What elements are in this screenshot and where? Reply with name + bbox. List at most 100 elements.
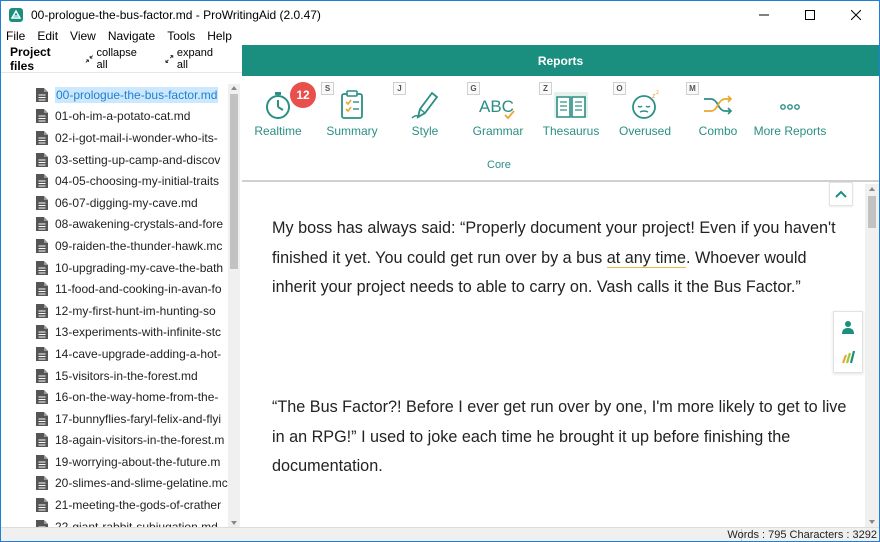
file-list-item[interactable]: 21-meeting-the-gods-of-crather xyxy=(1,494,229,516)
document-editor[interactable]: My boss has always said: “Properly docum… xyxy=(242,184,864,527)
report-realtime-label: Realtime xyxy=(254,124,302,138)
file-list-item[interactable]: 11-food-and-cooking-in-avan-fo xyxy=(1,278,229,300)
document-icon xyxy=(36,303,48,318)
editor-scroll-down-arrow-icon[interactable] xyxy=(869,520,875,524)
report-combo[interactable]: M Combo xyxy=(682,82,754,142)
pwa-stats-button[interactable] xyxy=(834,342,862,372)
file-name: 12-my-first-hunt-im-hunting-so xyxy=(55,303,216,318)
document-icon xyxy=(36,454,48,469)
document-icon xyxy=(36,433,48,448)
report-more[interactable]: More Reports xyxy=(752,82,828,142)
document-icon xyxy=(36,476,48,491)
file-list-item[interactable]: 17-bunnyflies-faryl-felix-and-flyi xyxy=(1,408,229,430)
account-button[interactable] xyxy=(834,312,862,342)
file-list-item[interactable]: 12-my-first-hunt-im-hunting-so xyxy=(1,300,229,322)
collapse-all-button[interactable]: collapse all xyxy=(85,47,143,71)
document-icon xyxy=(36,174,48,189)
person-icon xyxy=(842,321,854,334)
close-icon xyxy=(851,9,861,20)
file-list-item[interactable]: 09-raiden-the-thunder-hawk.mc xyxy=(1,235,229,257)
window-title: 00-prologue-the-bus-factor.md - ProWriti… xyxy=(31,7,321,22)
file-list-item[interactable]: 10-upgrading-my-cave-the-bath xyxy=(1,257,229,279)
editor-vertical-scrollbar[interactable] xyxy=(865,184,879,527)
shuffle-icon xyxy=(704,95,733,115)
file-list-item[interactable]: 02-i-got-mail-i-wonder-who-its- xyxy=(1,127,229,149)
grammar-highlight[interactable]: at any time xyxy=(606,248,686,268)
document-icon xyxy=(36,152,48,167)
scroll-thumb[interactable] xyxy=(230,94,238,269)
word-count-status: Words : 795 Characters : 3292 xyxy=(727,529,877,541)
file-name: 15-visitors-in-the-forest.md xyxy=(55,368,198,383)
file-list-item[interactable]: 03-setting-up-camp-and-discov xyxy=(1,149,229,171)
svg-text:z: z xyxy=(656,90,659,96)
file-name: 08-awakening-crystals-and-fore xyxy=(55,217,224,232)
file-name: 17-bunnyflies-faryl-felix-and-flyi xyxy=(55,411,222,426)
report-summary[interactable]: S Summary xyxy=(316,82,388,142)
file-name: 06-07-digging-my-cave.md xyxy=(55,195,198,210)
report-grammar[interactable]: G ABC Grammar xyxy=(462,82,534,142)
file-list-item[interactable]: 13-experiments-with-infinite-stc xyxy=(1,322,229,344)
expand-icon xyxy=(165,54,174,63)
editor-scroll-up-arrow-icon[interactable] xyxy=(869,187,875,191)
report-grammar-label: Grammar xyxy=(472,124,524,138)
file-list-item[interactable]: 18-again-visitors-in-the-forest.m xyxy=(1,430,229,452)
file-list-item[interactable]: 00-prologue-the-bus-factor.md xyxy=(1,84,229,106)
menu-edit[interactable]: Edit xyxy=(31,28,64,45)
report-overused-label: Overused xyxy=(618,124,672,138)
editor-paragraph-2[interactable]: “The Bus Factor?! Before I ever get run … xyxy=(272,393,847,482)
report-thesaurus[interactable]: Z Thesaurus xyxy=(535,82,607,142)
report-more-label: More Reports xyxy=(753,124,827,138)
scroll-up-arrow-icon[interactable] xyxy=(231,86,237,90)
file-name: 13-experiments-with-infinite-stc xyxy=(55,325,222,340)
paragraph-2-text: “The Bus Factor?! Before I ever get run … xyxy=(272,398,847,475)
menu-tools[interactable]: Tools xyxy=(161,28,201,45)
menu-help[interactable]: Help xyxy=(201,28,238,45)
file-list-item[interactable]: 14-cave-upgrade-adding-a-hot- xyxy=(1,343,229,365)
menu-navigate[interactable]: Navigate xyxy=(102,28,161,45)
file-name: 02-i-got-mail-i-wonder-who-its- xyxy=(55,130,218,145)
side-tools xyxy=(833,311,863,373)
file-list-vertical-scrollbar[interactable] xyxy=(228,84,240,527)
abc-icon: ABC xyxy=(479,97,515,120)
file-list-item[interactable]: 08-awakening-crystals-and-fore xyxy=(1,214,229,236)
file-name: 18-again-visitors-in-the-forest.m xyxy=(55,433,225,448)
realtime-badge: 12 xyxy=(290,82,316,108)
maximize-button[interactable] xyxy=(787,1,833,28)
collapse-reports-button[interactable] xyxy=(829,182,853,206)
app-window: 00-prologue-the-bus-factor.md - ProWriti… xyxy=(0,0,880,542)
file-name: 01-oh-im-a-potato-cat.md xyxy=(55,109,191,124)
file-list-item[interactable]: 01-oh-im-a-potato-cat.md xyxy=(1,106,229,128)
file-list-item[interactable]: 20-slimes-and-slime-gelatine.mc xyxy=(1,473,229,495)
report-style[interactable]: J Style xyxy=(389,82,461,142)
menu-bar: File Edit View Navigate Tools Help xyxy=(1,28,879,45)
scroll-down-arrow-icon[interactable] xyxy=(231,521,237,525)
file-list-item[interactable]: 19-worrying-about-the-future.m xyxy=(1,451,229,473)
window-controls xyxy=(741,1,879,28)
editor-paragraph-1[interactable]: My boss has always said: “Properly docum… xyxy=(272,214,847,303)
shortcut-key-z: Z xyxy=(539,82,552,95)
file-list: 00-prologue-the-bus-factor.md 01-oh-im-a-… xyxy=(1,84,229,527)
close-button[interactable] xyxy=(833,1,879,28)
file-list-item[interactable]: 06-07-digging-my-cave.md xyxy=(1,192,229,214)
svg-text:ABC: ABC xyxy=(479,97,514,116)
report-realtime[interactable]: 12 Realtime xyxy=(242,82,316,142)
report-overused[interactable]: O z z Overused xyxy=(609,82,681,142)
file-list-item[interactable]: 15-visitors-in-the-forest.md xyxy=(1,365,229,387)
editor-scroll-thumb[interactable] xyxy=(868,196,876,228)
file-list-item[interactable]: 22-giant-rabbit-subjugation.md xyxy=(1,516,229,527)
file-name: 22-giant-rabbit-subjugation.md xyxy=(55,519,218,527)
file-name: 03-setting-up-camp-and-discov xyxy=(55,152,221,167)
file-name: 11-food-and-cooking-in-avan-fo xyxy=(55,282,222,297)
menu-view[interactable]: View xyxy=(64,28,102,45)
reports-group-core[interactable]: Core xyxy=(487,159,511,171)
report-combo-label: Combo xyxy=(698,124,738,138)
project-files-toolbar: Project files collapse all expand all xyxy=(1,45,242,73)
menu-file[interactable]: File xyxy=(1,28,31,45)
file-list-item[interactable]: 04-05-choosing-my-initial-traits xyxy=(1,170,229,192)
collapse-all-label: collapse all xyxy=(96,46,137,71)
document-icon xyxy=(36,368,48,383)
minimize-button[interactable] xyxy=(741,1,787,28)
file-list-item[interactable]: 16-on-the-way-home-from-the- xyxy=(1,386,229,408)
report-thesaurus-label: Thesaurus xyxy=(542,124,600,138)
expand-all-button[interactable]: expand all xyxy=(165,47,220,71)
